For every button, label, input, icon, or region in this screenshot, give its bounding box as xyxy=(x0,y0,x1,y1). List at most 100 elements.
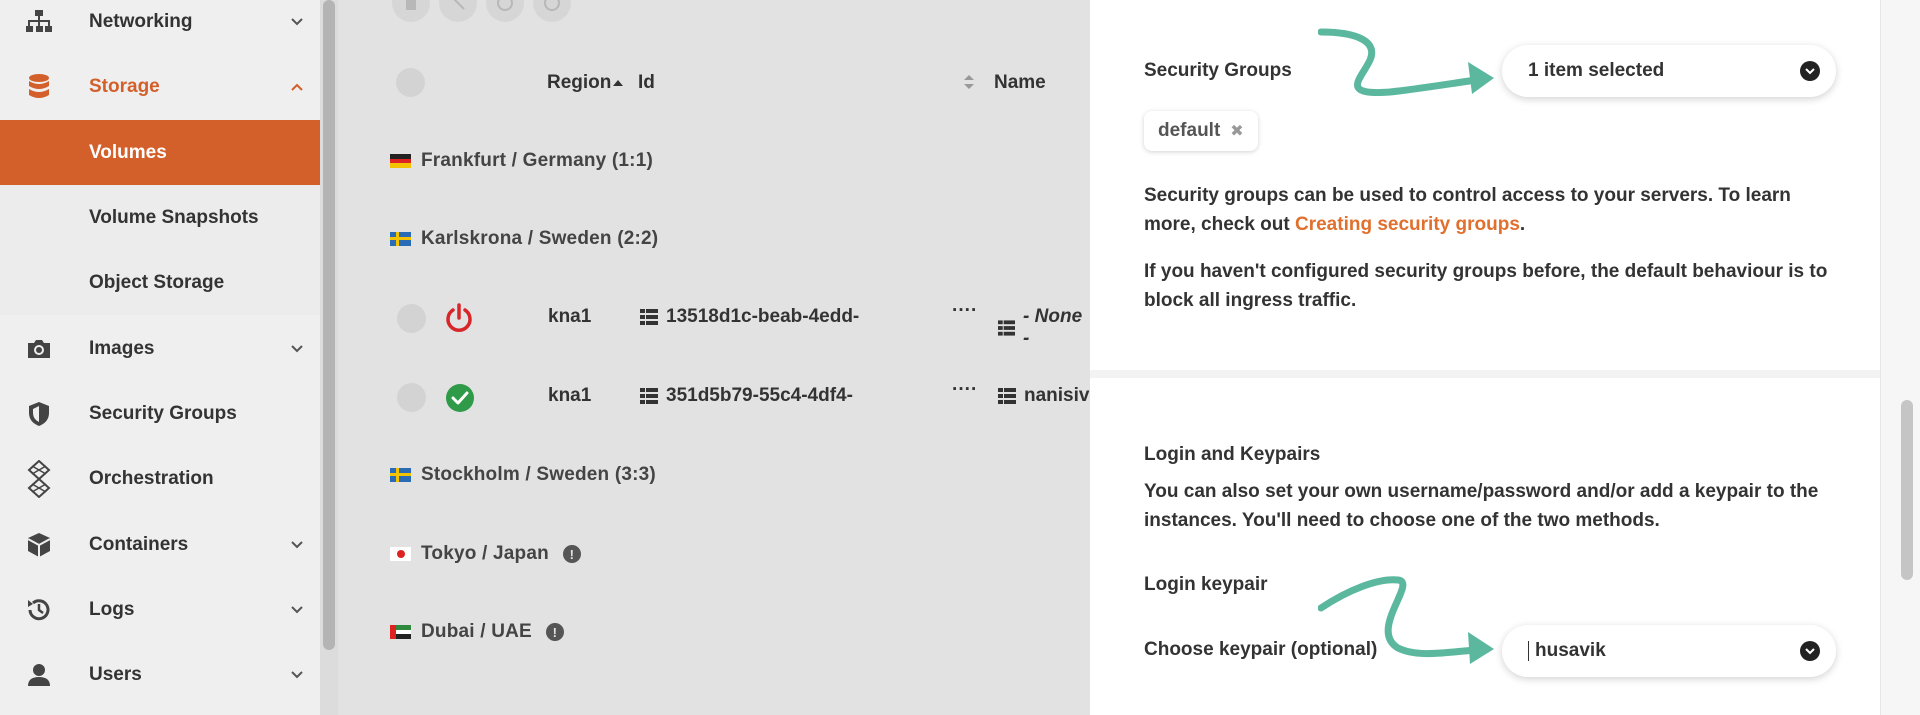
chevron-down-icon xyxy=(291,540,303,548)
select-all-checkbox[interactable] xyxy=(396,68,425,97)
table-icon xyxy=(640,309,658,325)
group-label: Tokyo / Japan xyxy=(421,543,549,564)
remove-tag-icon[interactable]: ✖ xyxy=(1230,121,1243,141)
user-icon xyxy=(26,662,52,688)
login-keypairs-description: You can also set your own username/passw… xyxy=(1144,481,1819,531)
database-icon xyxy=(26,73,52,100)
globe-icon xyxy=(544,0,560,11)
security-groups-select-value: 1 item selected xyxy=(1528,60,1665,81)
row-checkbox[interactable] xyxy=(397,304,426,333)
orchestration-icon xyxy=(26,459,52,498)
sidebar-subitem-label: Volume Snapshots xyxy=(89,206,259,228)
sidebar-item-orchestration[interactable]: Orchestration xyxy=(0,446,320,511)
globe-icon xyxy=(497,0,513,11)
chevron-down-icon xyxy=(1800,61,1820,81)
group-count: (2:2) xyxy=(617,228,659,249)
column-header-label: Region xyxy=(547,72,612,93)
sidebar-item-networking[interactable]: Networking xyxy=(0,0,320,54)
power-off-icon xyxy=(446,303,472,332)
chevron-down-icon xyxy=(291,605,303,613)
sidebar-item-containers[interactable]: Containers xyxy=(0,512,320,577)
section-divider xyxy=(1090,370,1880,378)
sidebar-subitem-label: Volumes xyxy=(89,141,167,163)
table-icon xyxy=(998,320,1016,336)
row-id-text: 13518d1c-beab-4edd- xyxy=(666,306,860,327)
security-group-tag[interactable]: default ✖ xyxy=(1144,111,1258,151)
creating-security-groups-link[interactable]: Creating security groups xyxy=(1295,214,1520,235)
sort-icon[interactable] xyxy=(964,74,974,90)
group-row-tokyo[interactable]: Tokyo / Japan ! xyxy=(390,543,581,565)
row-region: kna1 xyxy=(548,306,592,327)
info-icon[interactable]: ! xyxy=(545,623,564,641)
pointer-arrow-icon xyxy=(1318,28,1494,97)
sidebar: Networking Storage Volumes Volume Snapsh… xyxy=(0,0,320,715)
row-name-text: - None - xyxy=(1023,306,1083,349)
sidebar-item-images[interactable]: Images xyxy=(0,316,320,381)
chevron-down-icon xyxy=(291,17,303,25)
sidebar-scrollbar-thumb[interactable] xyxy=(323,0,335,650)
group-row-stockholm[interactable]: Stockholm / Sweden (3:3) xyxy=(390,464,656,486)
chevron-down-icon xyxy=(1800,641,1820,661)
detach-button[interactable] xyxy=(439,0,477,22)
trash-icon xyxy=(406,0,416,10)
row-checkbox[interactable] xyxy=(397,383,426,412)
security-groups-description: Security groups can be used to control a… xyxy=(1144,181,1834,239)
sidebar-item-users[interactable]: Users xyxy=(0,642,320,707)
sidebar-item-security-groups[interactable]: Security Groups xyxy=(0,381,320,446)
chevron-down-icon xyxy=(291,344,303,352)
sidebar-item-label: Orchestration xyxy=(89,467,214,489)
group-label: Dubai / UAE xyxy=(421,621,532,642)
default-behaviour-note: If you haven't configured security group… xyxy=(1144,261,1828,311)
sidebar-item-label: Security Groups xyxy=(89,402,237,424)
sort-asc-icon xyxy=(613,80,624,86)
security-groups-label: Security Groups xyxy=(1144,60,1292,81)
group-label: Frankfurt / Germany xyxy=(421,150,607,171)
group-count: (3:3) xyxy=(614,464,656,485)
sidebar-item-label: Images xyxy=(89,337,155,359)
sidebar-item-label: Containers xyxy=(89,533,189,555)
row-name-text: nanisivi xyxy=(1024,385,1090,406)
info-icon[interactable]: ! xyxy=(562,545,581,563)
delete-button[interactable] xyxy=(392,0,430,22)
group-label: Karlskrona / Sweden xyxy=(421,228,612,249)
row-id[interactable]: 13518d1c-beab-4edd- xyxy=(640,306,859,328)
sidebar-item-logs[interactable]: Logs xyxy=(0,577,320,642)
sidebar-item-storage[interactable]: Storage xyxy=(0,54,320,119)
row-name[interactable]: nanisivi xyxy=(998,385,1090,407)
sidebar-item-label: Logs xyxy=(89,598,135,620)
group-row-karlskrona[interactable]: Karlskrona / Sweden (2:2) xyxy=(390,228,658,250)
more-button[interactable]: ···· xyxy=(952,300,977,322)
sidebar-subitem-object-storage[interactable]: Object Storage xyxy=(0,250,320,315)
row-id[interactable]: 351d5b79-55c4-4df4- xyxy=(640,385,853,407)
sidebar-subitem-volume-snapshots[interactable]: Volume Snapshots xyxy=(0,185,320,250)
public-button[interactable] xyxy=(533,0,571,22)
row-region: kna1 xyxy=(548,385,592,406)
keypair-select-value: husavik xyxy=(1535,640,1606,661)
table-icon xyxy=(998,388,1016,404)
text-cursor xyxy=(1528,641,1529,661)
chevron-down-icon xyxy=(291,670,303,678)
tag-label: default xyxy=(1158,120,1221,141)
security-groups-select[interactable]: 1 item selected xyxy=(1502,45,1836,97)
volumes-table: Region Id Name Frankfurt / Germany (1:1)… xyxy=(338,0,1090,715)
attach-button[interactable] xyxy=(486,0,524,22)
column-header-id[interactable]: Id xyxy=(638,72,655,94)
more-button[interactable]: ···· xyxy=(952,379,977,401)
table-icon xyxy=(640,388,658,404)
sidebar-item-label: Users xyxy=(89,663,142,685)
group-row-frankfurt[interactable]: Frankfurt / Germany (1:1) xyxy=(390,150,653,172)
description-text-end: . xyxy=(1519,214,1526,235)
keypair-select[interactable]: husavik xyxy=(1502,625,1836,677)
column-header-name[interactable]: Name xyxy=(994,72,1046,94)
group-row-dubai[interactable]: Dubai / UAE ! xyxy=(390,621,564,643)
camera-icon xyxy=(26,336,52,362)
flag-uae-icon xyxy=(390,625,411,639)
column-header-region[interactable]: Region xyxy=(547,72,624,94)
row-name[interactable]: - None - xyxy=(998,306,1090,350)
network-icon xyxy=(26,9,52,35)
panel-scrollbar-thumb[interactable] xyxy=(1901,400,1913,580)
shield-icon xyxy=(26,401,52,427)
history-icon xyxy=(26,597,52,623)
sidebar-subitem-volumes[interactable]: Volumes xyxy=(0,120,320,185)
panel-scrollbar-track[interactable] xyxy=(1880,0,1920,715)
